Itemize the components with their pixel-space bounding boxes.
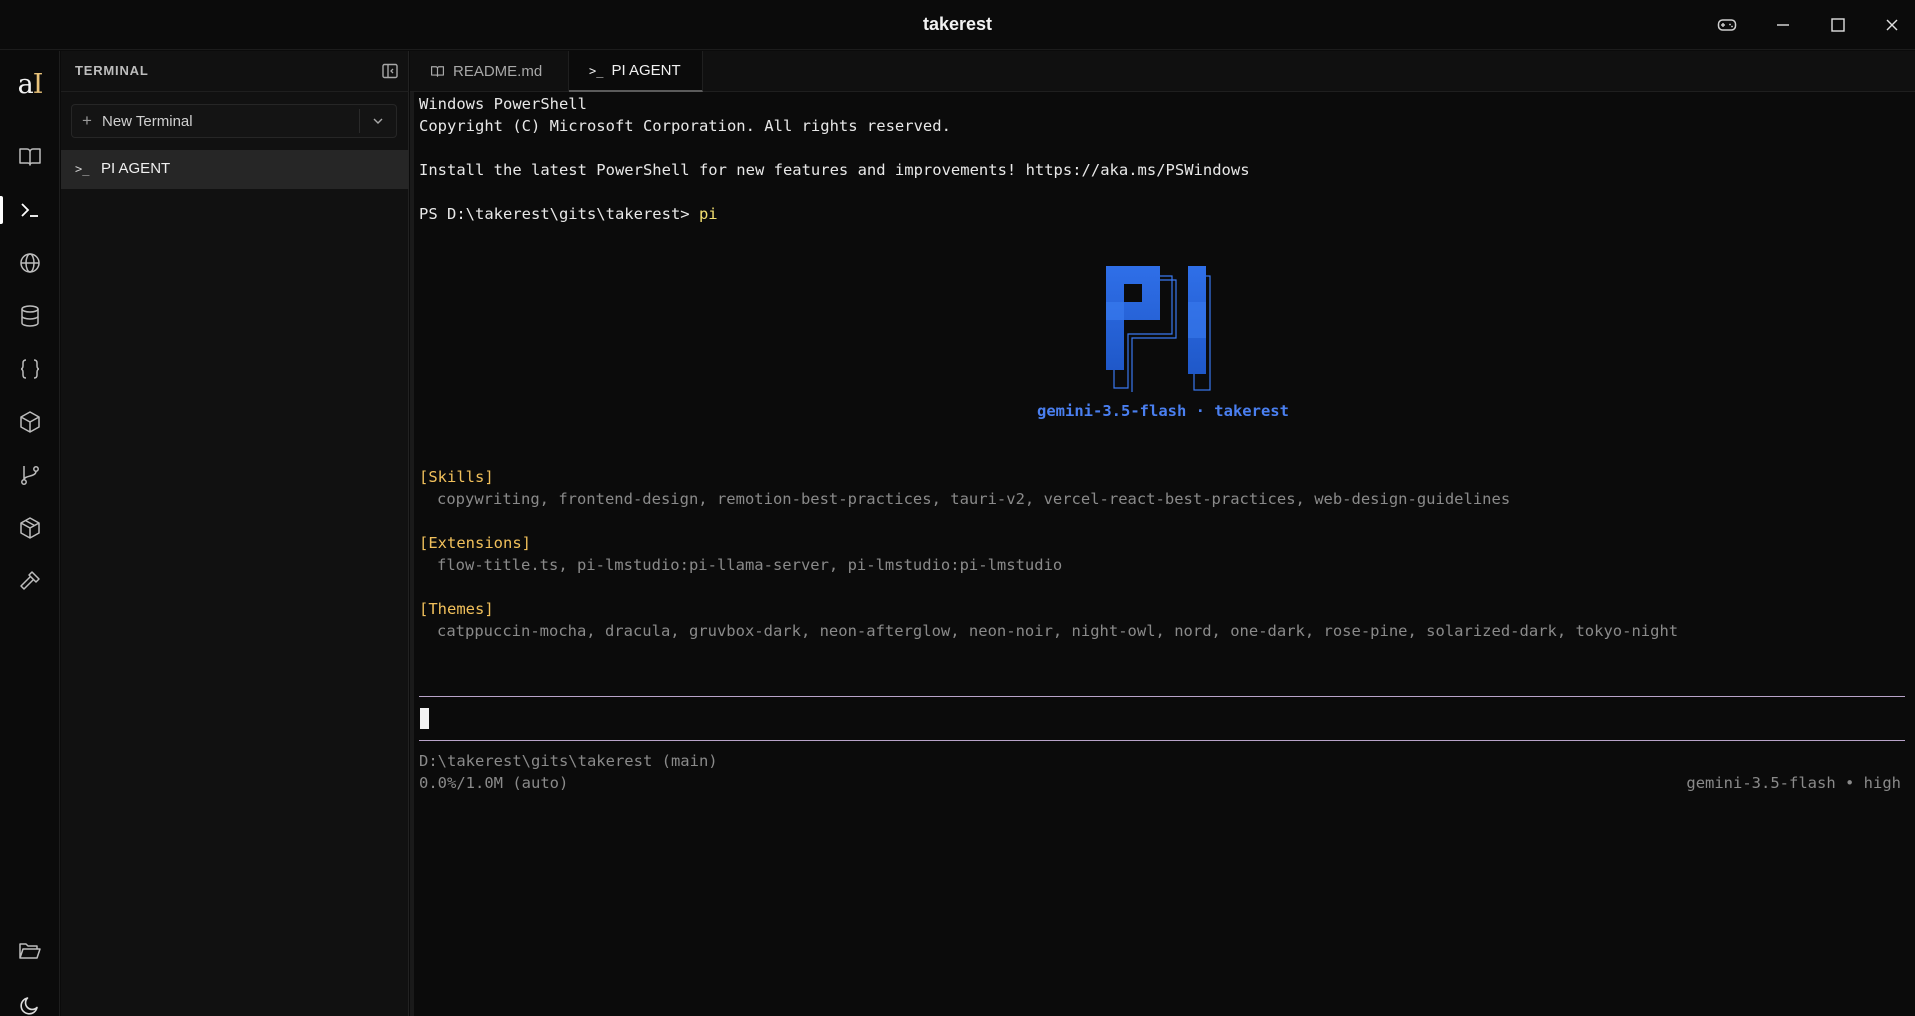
terminal-prompt-line: PS D:\takerest\gits\takerest> pi	[419, 205, 718, 223]
terminal-output[interactable]: Windows PowerShell Copyright (C) Microso…	[410, 92, 1915, 1016]
terminal-sidebar: TERMINAL + New Terminal >_ PI AGENT	[61, 51, 409, 1016]
status-path: D:\takerest\gits\takerest (main)	[419, 752, 718, 770]
command: pi	[698, 205, 718, 223]
sidebar-title: TERMINAL	[75, 63, 149, 78]
pi-logo	[1106, 266, 1211, 392]
tab-pi-agent[interactable]: >_ PI AGENT	[569, 51, 703, 92]
gamepad-icon[interactable]	[1710, 10, 1744, 40]
maximize-button[interactable]	[1821, 10, 1855, 40]
terminal-icon[interactable]	[0, 188, 60, 232]
terminal-line: Install the latest PowerShell for new fe…	[419, 161, 1250, 179]
status-usage: 0.0%/1.0M (auto)	[419, 774, 569, 792]
hammer-icon[interactable]	[0, 559, 60, 603]
folder-open-icon[interactable]	[0, 929, 60, 973]
collapse-sidebar-icon[interactable]	[381, 62, 399, 80]
prompt: PS D:\takerest\gits\takerest>	[419, 205, 699, 223]
moon-icon[interactable]	[0, 983, 60, 1016]
tab-label: PI AGENT	[611, 62, 681, 79]
cube-icon[interactable]	[0, 400, 60, 444]
sidebar-header: TERMINAL	[61, 51, 409, 92]
section-content: copywriting, frontend-design, remotion-b…	[437, 490, 1511, 508]
terminal-prompt-icon: >_	[75, 162, 90, 176]
chevron-down-icon[interactable]	[370, 113, 386, 129]
divider	[359, 109, 360, 133]
terminal-line: Windows PowerShell	[419, 95, 587, 113]
section-heading: [Themes]	[419, 600, 494, 618]
section-content: catppuccin-mocha, dracula, gruvbox-dark,…	[437, 622, 1679, 640]
git-branch-icon[interactable]	[0, 453, 60, 497]
status-model: gemini-3.5-flash • high	[1686, 774, 1901, 792]
activity-bar: aI	[0, 51, 60, 1016]
plus-icon: +	[82, 111, 92, 130]
section-content: flow-title.ts, pi-lmstudio:pi-llama-serv…	[437, 556, 1063, 574]
database-icon[interactable]	[0, 294, 60, 338]
banner-subtitle: gemini-3.5-flash · takerest	[1037, 402, 1289, 420]
logo-main: a	[17, 69, 34, 100]
input-cursor[interactable]	[420, 708, 429, 729]
tab-label: README.md	[453, 63, 543, 80]
sidebar-item-pi-agent[interactable]: >_ PI AGENT	[61, 150, 409, 189]
close-button[interactable]	[1875, 10, 1909, 40]
logo-accent: I	[32, 69, 44, 100]
book-icon[interactable]	[0, 135, 60, 179]
title-bar: takerest	[0, 0, 1915, 50]
app-logo: aI	[0, 69, 60, 100]
sidebar-item-label: PI AGENT	[101, 160, 171, 177]
section-heading: [Extensions]	[419, 534, 531, 552]
input-bottom-rule	[419, 740, 1905, 741]
minimize-button[interactable]	[1766, 10, 1800, 40]
book-icon	[430, 65, 445, 78]
globe-icon[interactable]	[0, 241, 60, 285]
tab-bar: README.md >_ PI AGENT	[410, 51, 1915, 92]
terminal-prompt-icon: >_	[589, 63, 604, 78]
braces-icon[interactable]	[0, 347, 60, 391]
terminal-line: Copyright (C) Microsoft Corporation. All…	[419, 117, 951, 135]
input-top-rule	[419, 696, 1905, 697]
package-icon[interactable]	[0, 506, 60, 550]
new-terminal-button[interactable]: + New Terminal	[71, 104, 397, 138]
window-title: takerest	[922, 14, 993, 34]
new-terminal-label: New Terminal	[102, 113, 193, 130]
section-heading: [Skills]	[419, 468, 494, 486]
tab-readme[interactable]: README.md	[410, 51, 569, 92]
